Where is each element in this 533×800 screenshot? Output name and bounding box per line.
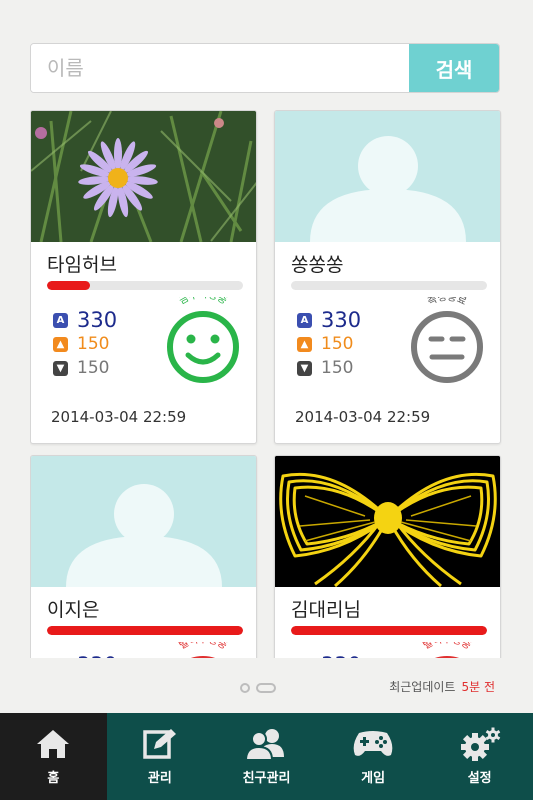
- progress-fill: [291, 626, 487, 635]
- tab-settings[interactable]: 설정: [426, 713, 533, 800]
- friend-name: 김대리님: [291, 599, 361, 621]
- friend-card[interactable]: 타임허브 A 330 ▲ 150 ▼ 150 금주측정중 2014-03-04 22:…: [30, 110, 257, 444]
- stats: A 330 ▲ 150 ▼ 150: [297, 308, 361, 380]
- score-stat: A 330: [53, 308, 117, 332]
- smile-face-icon: 금주측정중: [167, 297, 239, 383]
- svg-text:측정종료: 측정종료: [426, 297, 468, 308]
- a-grade-icon: A: [53, 657, 68, 658]
- dislikes-stat: ▼ 150: [297, 356, 361, 380]
- score-value: 330: [321, 653, 361, 658]
- friend-card[interactable]: 쏭쏭쏭 A 330 ▲ 150 ▼ 150 측정종료 2014-03-04 22:59: [274, 110, 501, 444]
- progress-bar: [291, 626, 487, 635]
- dislikes-value: 150: [321, 358, 354, 378]
- last-update: 최근업데이트 5분 전: [389, 678, 495, 695]
- friend-card[interactable]: 김대리님 A 330 벌칙수행중: [274, 455, 501, 658]
- a-grade-icon: A: [53, 312, 68, 328]
- search-input[interactable]: [31, 44, 409, 92]
- likes-value: 150: [77, 334, 110, 354]
- updated-date: 2014-03-04 22:59: [51, 408, 187, 426]
- progress-bar: [47, 626, 243, 635]
- profile-photo-ribbon: [275, 456, 500, 587]
- friends-icon: [245, 729, 285, 761]
- score-stat: A 330: [53, 653, 117, 658]
- stats: A 330: [297, 653, 361, 658]
- progress-fill: [47, 626, 243, 635]
- penalty-face-icon: 벌칙수행중: [421, 642, 473, 658]
- friend-name: 타임허브: [47, 254, 117, 276]
- a-grade-icon: A: [297, 657, 312, 658]
- status-text: 벌칙수행중: [177, 642, 229, 652]
- search-bar: 검색: [30, 43, 500, 93]
- tab-label: 관리: [147, 771, 172, 786]
- score-stat: A 330: [297, 653, 361, 658]
- thumbs-down-icon: ▼: [53, 360, 68, 376]
- thumbs-down-icon: ▼: [297, 360, 312, 376]
- page-dot-active[interactable]: [256, 683, 276, 693]
- updated-date: 2014-03-04 22:59: [295, 408, 431, 426]
- score-value: 330: [77, 653, 117, 658]
- score-value: 330: [321, 308, 362, 332]
- svg-text:금주측정중: 금주측정중: [177, 297, 229, 307]
- thumbs-up-icon: ▲: [297, 336, 312, 352]
- profile-photo-flower: [31, 111, 256, 242]
- friend-grid: 타임허브 A 330 ▲ 150 ▼ 150 금주측정중 2014-03-04 22:…: [30, 110, 502, 658]
- stats: A 330 ▲ 150 ▼ 150: [53, 308, 117, 380]
- thumbs-up-icon: ▲: [53, 336, 68, 352]
- tab-game[interactable]: 게임: [320, 713, 427, 800]
- tab-friends[interactable]: 친구관리: [213, 713, 320, 800]
- score-stat: A 330: [297, 308, 361, 332]
- svg-text:벌칙수행중: 벌칙수행중: [177, 642, 229, 652]
- penalty-face-icon: 벌칙수행중: [177, 642, 229, 658]
- gamepad-icon: [353, 731, 393, 756]
- tab-home[interactable]: 홈: [0, 713, 107, 800]
- friend-name: 쏭쏭쏭: [291, 254, 344, 276]
- last-update-ago: 5분 전: [461, 680, 495, 694]
- progress-bar: [291, 281, 487, 290]
- likes-stat: ▲ 150: [53, 332, 117, 356]
- status-text: 측정종료: [426, 297, 468, 308]
- friend-name: 이지은: [47, 599, 100, 621]
- avatar-placeholder: [31, 456, 256, 587]
- svg-text:벌칙수행중: 벌칙수행중: [421, 642, 473, 652]
- tab-label: 설정: [467, 771, 492, 786]
- score-value: 330: [77, 308, 118, 332]
- home-icon: [37, 730, 70, 758]
- progress-bar: [47, 281, 243, 290]
- tab-label: 친구관리: [242, 771, 291, 786]
- likes-stat: ▲ 150: [297, 332, 361, 356]
- search-button[interactable]: 검색: [409, 44, 499, 92]
- stats: A 330: [53, 653, 117, 658]
- dislikes-value: 150: [77, 358, 110, 378]
- a-grade-icon: A: [297, 312, 312, 328]
- friend-card[interactable]: 이지은 A 330 벌칙수행중: [30, 455, 257, 658]
- page-dot[interactable]: [240, 683, 250, 693]
- last-update-label: 최근업데이트: [389, 680, 456, 694]
- dislikes-stat: ▼ 150: [53, 356, 117, 380]
- edit-icon: [143, 729, 176, 759]
- gears-icon: [460, 727, 500, 761]
- avatar-placeholder: [275, 111, 500, 242]
- likes-value: 150: [321, 334, 354, 354]
- status-text: 금주측정중: [177, 297, 229, 307]
- bottom-tab-bar: 홈 관리 친구관리 게임 설정: [0, 713, 533, 800]
- progress-fill: [47, 281, 91, 290]
- tab-label: 게임: [361, 771, 386, 786]
- page-indicator: [240, 683, 282, 693]
- neutral-face-icon: 측정종료: [411, 297, 483, 383]
- tab-label: 홈: [47, 771, 60, 786]
- tab-manage[interactable]: 관리: [107, 713, 214, 800]
- status-text: 벌칙수행중: [421, 642, 473, 652]
